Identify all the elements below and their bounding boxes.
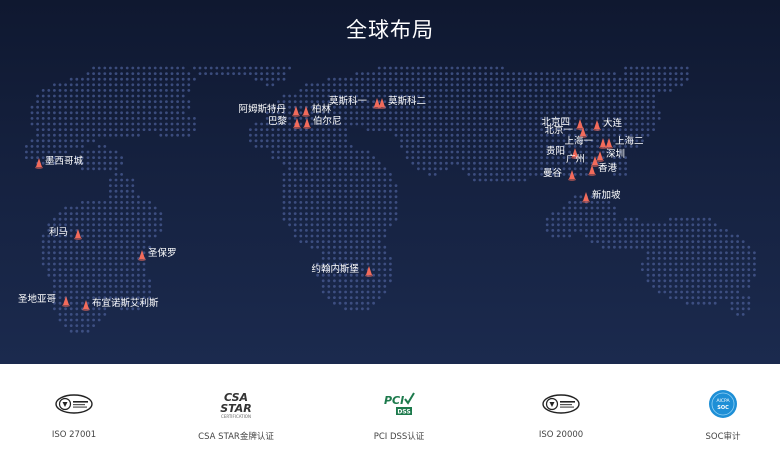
pin-icon <box>82 300 90 311</box>
pin-icon <box>302 106 310 117</box>
csa-star-logo: CSA STAR CERTIFICATION <box>220 391 252 419</box>
pin-icon <box>588 165 596 176</box>
cert-label: ISO 27001 <box>51 430 97 440</box>
page-title: 全球布局 <box>346 18 434 42</box>
pin-icon <box>303 118 311 129</box>
cert-label: ISO 20000 <box>538 430 584 440</box>
cert-soc: AICPA SOC SOC审计 <box>653 388 780 442</box>
pin-icon <box>293 118 301 129</box>
pin-icon <box>74 229 82 240</box>
pin-icon <box>579 127 587 138</box>
cert-label: SOC审计 <box>705 432 741 442</box>
pin-icon <box>365 266 373 277</box>
svg-text:CERTIFICATION: CERTIFICATION <box>221 414 251 419</box>
cert-iso-20000: ISO 20000 <box>491 388 631 440</box>
pin-icon <box>292 106 300 117</box>
pin-icon <box>593 120 601 131</box>
bsi-kitemark-icon <box>55 394 93 414</box>
pin-icon <box>582 192 590 203</box>
cert-csa-star: CSA STAR CERTIFICATION CSA STAR金牌认证 <box>166 388 306 442</box>
certification-strip: ISO 27001 CSA STAR CERTIFICATION CSA STA… <box>0 364 780 450</box>
pin-icon <box>138 250 146 261</box>
global-layout-map: 全球布局 墨西哥城 利马 圣保罗 圣地亚哥 布宜诺斯艾利斯 阿姆斯特丹 柏林 巴… <box>0 0 780 364</box>
svg-text:DSS: DSS <box>397 409 410 416</box>
svg-text:AICPA: AICPA <box>716 398 730 404</box>
cert-label: CSA STAR金牌认证 <box>198 432 274 442</box>
cert-iso-27001: ISO 27001 <box>4 388 144 440</box>
cert-label: PCI DSS认证 <box>373 432 425 442</box>
svg-text:SOC: SOC <box>717 405 729 411</box>
pin-icon <box>568 170 576 181</box>
svg-text:PCI: PCI <box>384 394 404 407</box>
pin-icon <box>62 296 70 307</box>
pin-icon <box>35 158 43 169</box>
aicpa-soc-logo: AICPA SOC <box>709 390 737 418</box>
cert-pci-dss: PCI DSS PCI DSS认证 <box>329 388 469 442</box>
pci-dss-logo: PCI DSS <box>384 392 415 416</box>
bsi-kitemark-icon <box>542 394 580 414</box>
pin-icon <box>378 98 386 109</box>
pin-icon <box>605 138 613 149</box>
